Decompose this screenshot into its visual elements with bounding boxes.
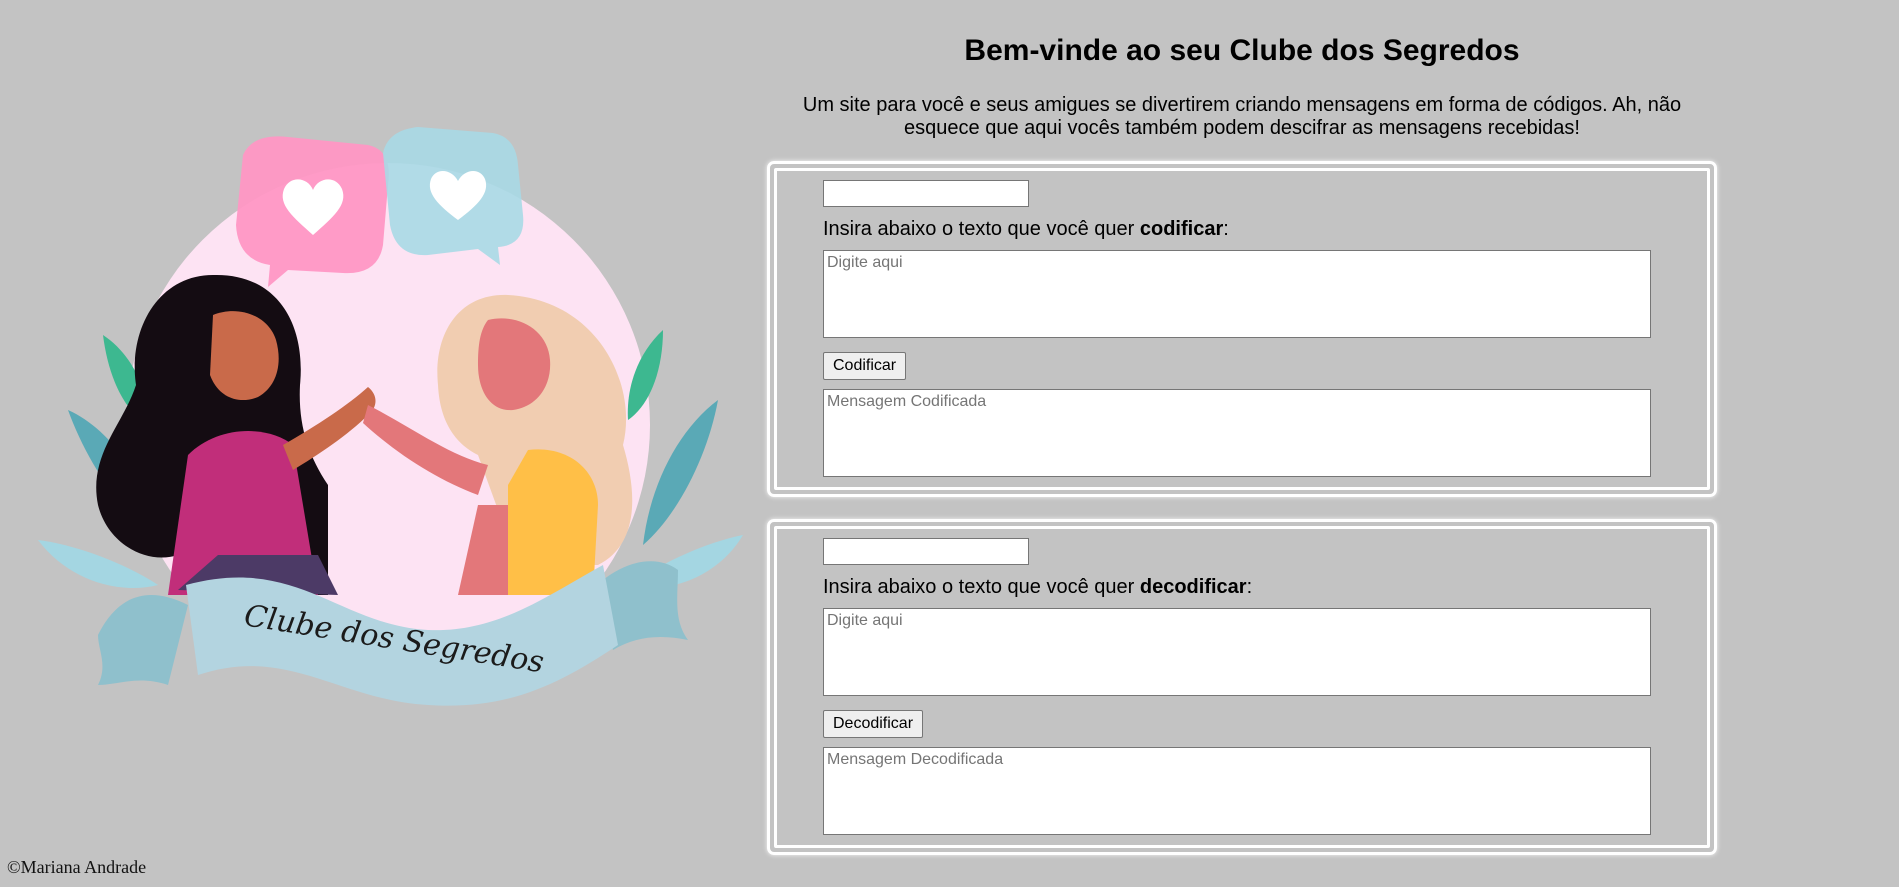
decode-label-suffix: : — [1246, 576, 1253, 598]
decode-instruction-label: Insira abaixo o texto que você quer deco… — [823, 576, 1252, 599]
decode-panel: Insira abaixo o texto que você quer deco… — [767, 519, 1717, 855]
clube-dos-segredos-illustration: Clube dos Segredos — [38, 127, 743, 706]
decode-key-input[interactable] — [823, 538, 1029, 565]
page-title: Bem-vinde ao seu Clube dos Segredos — [964, 34, 1520, 67]
encode-key-input[interactable] — [823, 180, 1029, 207]
encode-panel: Insira abaixo o texto que você quer codi… — [767, 161, 1717, 497]
decode-label-text: Insira abaixo o texto que você quer — [823, 576, 1140, 598]
encode-label-text: Insira abaixo o texto que você quer — [823, 218, 1140, 240]
encode-panel-inner: Insira abaixo o texto que você quer codi… — [774, 168, 1710, 490]
encode-label-suffix: : — [1223, 218, 1229, 240]
page-subtitle: Um site para você e seus amigues se dive… — [792, 94, 1692, 140]
decode-input-textarea[interactable] — [823, 608, 1651, 696]
decode-button[interactable]: Decodificar — [823, 710, 924, 738]
subtitle-line-2: esquece que aqui vocês também podem desc… — [904, 117, 1580, 139]
encode-label-bold: codificar — [1139, 218, 1224, 240]
decoded-output-textarea[interactable] — [823, 747, 1651, 835]
decode-label-bold: decodificar — [1139, 576, 1247, 598]
footer-copyright: ©Mariana Andrade — [7, 857, 147, 877]
encode-button[interactable]: Codificar — [823, 352, 907, 380]
encoded-output-textarea[interactable] — [823, 389, 1651, 477]
decode-panel-inner: Insira abaixo o texto que você quer deco… — [774, 526, 1710, 848]
blue-heart-speech-bubble-icon — [383, 127, 524, 265]
subtitle-line-1: Um site para você e seus amigues se dive… — [802, 94, 1682, 116]
encode-instruction-label: Insira abaixo o texto que você quer codi… — [823, 218, 1229, 241]
encode-input-textarea[interactable] — [823, 250, 1651, 338]
